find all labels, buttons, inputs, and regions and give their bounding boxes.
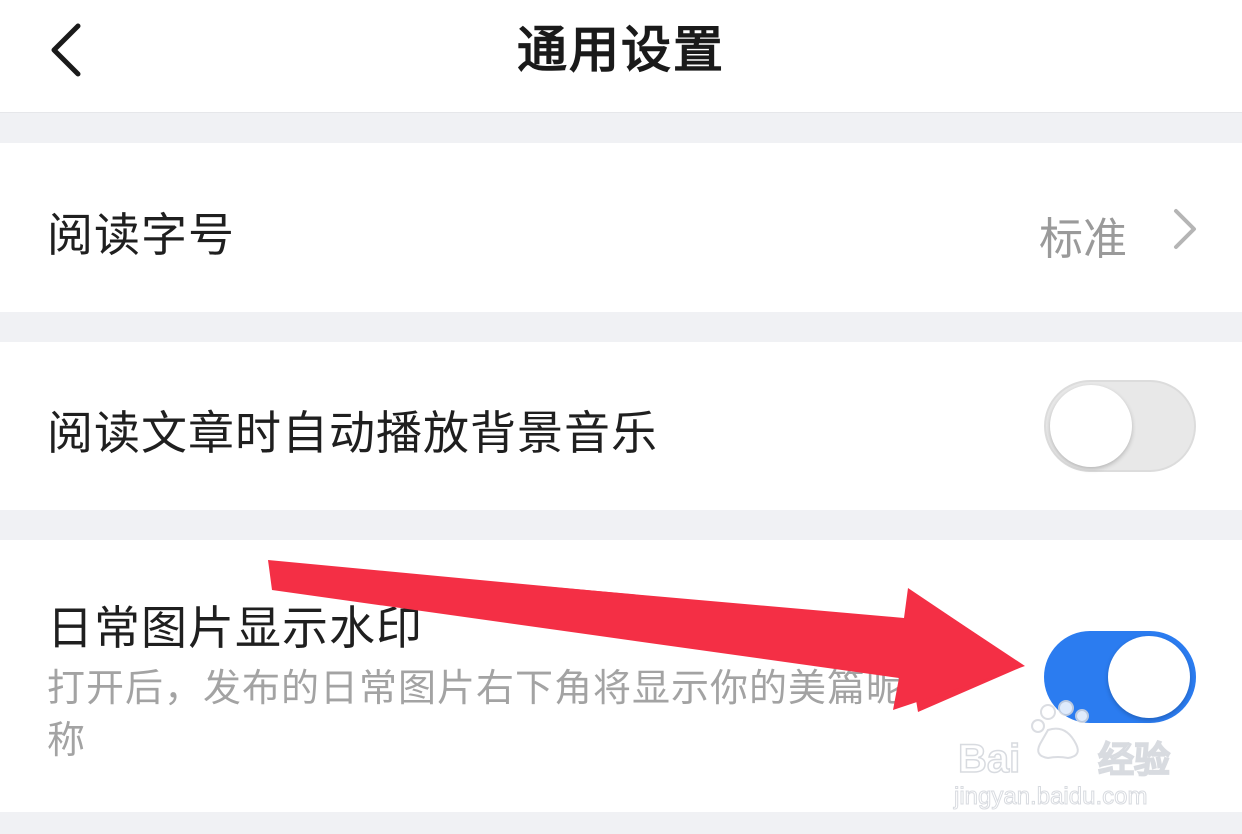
chevron-right-icon [1174,209,1196,249]
auto-music-toggle[interactable] [1044,380,1196,472]
watermark-toggle[interactable] [1044,631,1196,723]
page-title: 通用设置 [517,21,725,79]
chevron-left-icon [51,23,81,77]
back-button[interactable] [38,18,98,82]
auto-music-row: 阅读文章时自动播放背景音乐 [0,342,1242,510]
settings-screen: 通用设置 阅读字号 标准 阅读文章时自动播放背景音乐 日常图片显示水印 打开后，… [0,0,1242,834]
top-bar: 通用设置 [0,0,1242,113]
font-size-label: 阅读字号 [47,208,235,262]
watermark-label: 日常图片显示水印 [47,601,423,655]
font-size-row[interactable]: 阅读字号 标准 [0,143,1242,312]
watermark-description: 打开后，发布的日常图片右下角将显示你的美篇昵称 [47,666,906,762]
toggle-knob [1108,636,1190,718]
auto-music-label: 阅读文章时自动播放背景音乐 [47,406,658,460]
toggle-knob [1050,385,1132,467]
font-size-value: 标准 [1039,214,1127,265]
watermark-row: 日常图片显示水印 打开后，发布的日常图片右下角将显示你的美篇昵称 [0,540,1242,812]
